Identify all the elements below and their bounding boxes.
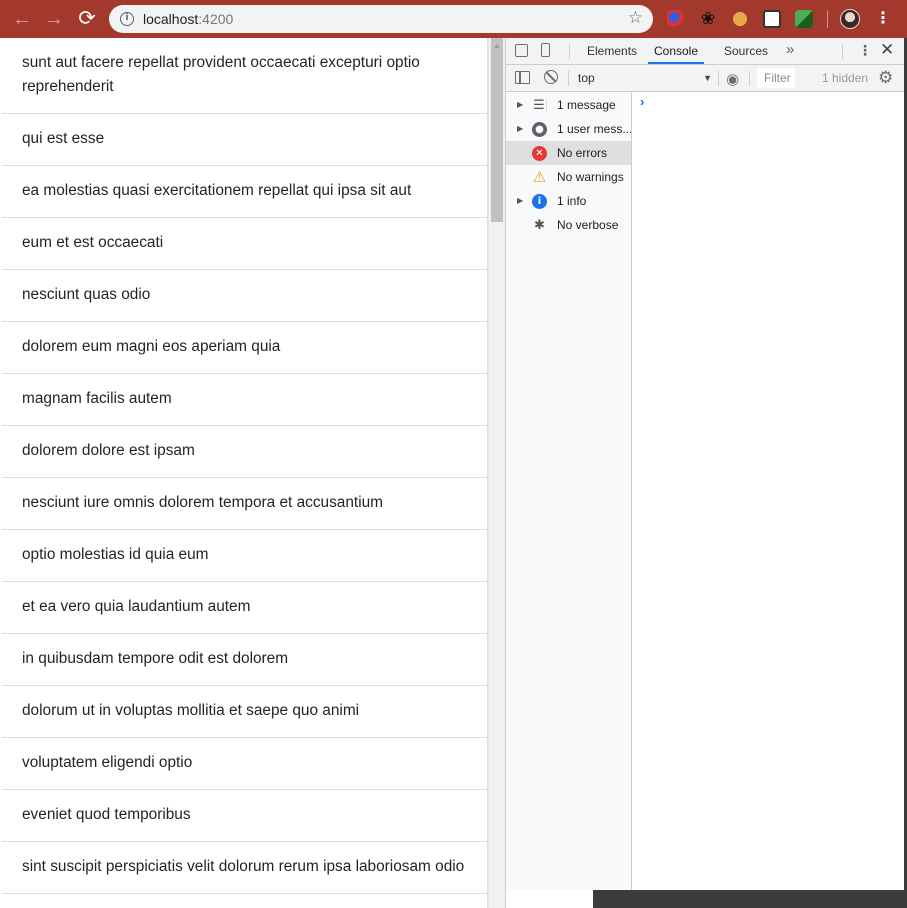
- console-sidebar: ▶ ☰ 1 message ▶ ● 1 user mess... ✕ No errors ⚠ No…: [506, 92, 632, 890]
- close-icon[interactable]: ✕: [880, 40, 894, 60]
- tab-sources[interactable]: Sources: [724, 38, 768, 64]
- list-item[interactable]: sint suscipit perspiciatis velit dolorum…: [2, 842, 487, 894]
- extension-paw-icon[interactable]: ❀: [699, 10, 717, 28]
- url-host: localhost: [143, 11, 199, 27]
- tab-divider: [842, 44, 843, 59]
- profile-avatar[interactable]: [840, 9, 860, 29]
- bookmark-star-icon[interactable]: ☆: [628, 8, 643, 28]
- list-item[interactable]: dolorem eum magni eos aperiam quia: [2, 322, 487, 374]
- sidebar-item-bug[interactable]: ✱ No verbose: [506, 213, 631, 237]
- toolbar-divider: [568, 71, 569, 86]
- console-toolbar: top ▼ ◉ Filter 1 hidden ⚙: [506, 65, 904, 92]
- list-item[interactable]: in quibusdam tempore odit est dolorem: [2, 634, 487, 686]
- devtools-tab-bar: Elements Console Sources » ⋮ ✕: [506, 38, 904, 65]
- list-item[interactable]: dolorem dolore est ipsam: [2, 426, 487, 478]
- list-item[interactable]: voluptatem eligendi optio: [2, 738, 487, 790]
- back-arrow-icon[interactable]: ←: [11, 8, 33, 30]
- list-item[interactable]: magnam facilis autem: [2, 374, 487, 426]
- address-bar[interactable]: i localhost:4200 ☆: [109, 5, 653, 33]
- sidebar-item-info[interactable]: ▶ i 1 info: [506, 189, 631, 213]
- extension-cookie-icon[interactable]: [731, 10, 749, 28]
- extension-box-icon[interactable]: [795, 10, 813, 28]
- info-icon: i: [532, 194, 547, 209]
- sidebar-item-user[interactable]: ▶ ● 1 user mess...: [506, 117, 631, 141]
- list-item[interactable]: fugit voluptas sed molestias voluptatem …: [2, 894, 487, 908]
- sidebar-item-label: No warnings: [557, 170, 624, 184]
- console-filter-input[interactable]: Filter: [757, 68, 795, 88]
- devtools-panel: Elements Console Sources » ⋮ ✕ top ▼ ◉ F…: [505, 38, 904, 908]
- sidebar-item-label: No errors: [557, 146, 608, 160]
- list-item[interactable]: qui est esse: [2, 114, 487, 166]
- toolbar-divider: [827, 10, 828, 28]
- sidebar-item-label: No verbose: [557, 218, 619, 232]
- gear-icon[interactable]: ⚙: [878, 68, 893, 88]
- sidebar-item-label: 1 message: [557, 98, 616, 112]
- devtools-menu-icon[interactable]: ⋮: [858, 42, 872, 59]
- expand-triangle-icon[interactable]: ▶: [517, 117, 523, 141]
- live-expression-eye-icon[interactable]: ◉: [726, 70, 739, 88]
- toolbar-divider: [749, 71, 750, 86]
- list-item[interactable]: nesciunt iure omnis dolorem tempora et a…: [2, 478, 487, 530]
- sidebar-item-label: 1 info: [557, 194, 587, 208]
- url-port: :4200: [198, 11, 234, 27]
- browser-toolbar: ← → ⟳ i localhost:4200 ☆ ❀ ⋮: [0, 0, 907, 38]
- url-text[interactable]: localhost:4200: [143, 11, 233, 27]
- sidebar-item-list[interactable]: ▶ ☰ 1 message: [506, 93, 631, 117]
- list-item[interactable]: optio molestias id quia eum: [2, 530, 487, 582]
- sidebar-item-label: 1 user mess...: [557, 122, 631, 136]
- scroll-up-arrow-icon[interactable]: ▲: [493, 41, 501, 50]
- browser-menu-icon[interactable]: ⋮: [875, 9, 891, 29]
- desktop-background: [593, 890, 907, 908]
- chevron-down-icon: ▼: [703, 73, 712, 83]
- warning-icon: ⚠: [532, 168, 547, 186]
- sidebar-item-warning[interactable]: ⚠ No warnings: [506, 165, 631, 189]
- scrollbar-thumb[interactable]: [491, 38, 503, 222]
- post-list: sunt aut facere repellat provident occae…: [2, 38, 488, 908]
- page-viewport: sunt aut facere repellat provident occae…: [0, 38, 505, 908]
- list-item[interactable]: et ea vero quia laudantium autem: [2, 582, 487, 634]
- list-item[interactable]: nesciunt quas odio: [2, 270, 487, 322]
- console-output[interactable]: ›: [632, 92, 904, 890]
- hidden-count: 1 hidden: [822, 71, 869, 85]
- device-toolbar-icon[interactable]: [541, 43, 550, 57]
- context-selector[interactable]: top ▼: [572, 69, 712, 88]
- console-sidebar-toggle-icon[interactable]: [515, 71, 530, 84]
- toolbar-divider: [718, 71, 719, 86]
- list-icon: ☰: [532, 98, 547, 113]
- reload-icon[interactable]: ⟳: [76, 8, 98, 30]
- tab-divider: [569, 44, 570, 59]
- console-prompt-icon[interactable]: ›: [640, 94, 644, 109]
- user-icon: ●: [532, 122, 547, 137]
- more-tabs-icon[interactable]: »: [786, 41, 794, 58]
- bug-icon: ✱: [534, 218, 545, 233]
- expand-triangle-icon[interactable]: ▶: [517, 93, 523, 117]
- page-scrollbar[interactable]: ▲: [488, 38, 505, 908]
- forward-arrow-icon[interactable]: →: [43, 8, 65, 30]
- clear-console-icon[interactable]: [544, 70, 558, 84]
- expand-triangle-icon[interactable]: ▶: [517, 189, 523, 213]
- sidebar-item-error[interactable]: ✕ No errors: [506, 141, 631, 165]
- tab-console[interactable]: Console: [648, 38, 704, 64]
- tab-elements[interactable]: Elements: [587, 38, 637, 64]
- list-item[interactable]: sunt aut facere repellat provident occae…: [2, 38, 487, 114]
- error-icon: ✕: [532, 146, 547, 161]
- inspect-element-icon[interactable]: [515, 44, 528, 57]
- extension-qr-icon[interactable]: [763, 10, 781, 28]
- list-item[interactable]: eum et est occaecati: [2, 218, 487, 270]
- context-value: top: [578, 71, 595, 85]
- list-item[interactable]: eveniet quod temporibus: [2, 790, 487, 842]
- list-item[interactable]: ea molestias quasi exercitationem repell…: [2, 166, 487, 218]
- extension-icon[interactable]: [667, 10, 685, 28]
- site-info-icon[interactable]: i: [120, 12, 134, 26]
- list-item[interactable]: dolorum ut in voluptas mollitia et saepe…: [2, 686, 487, 738]
